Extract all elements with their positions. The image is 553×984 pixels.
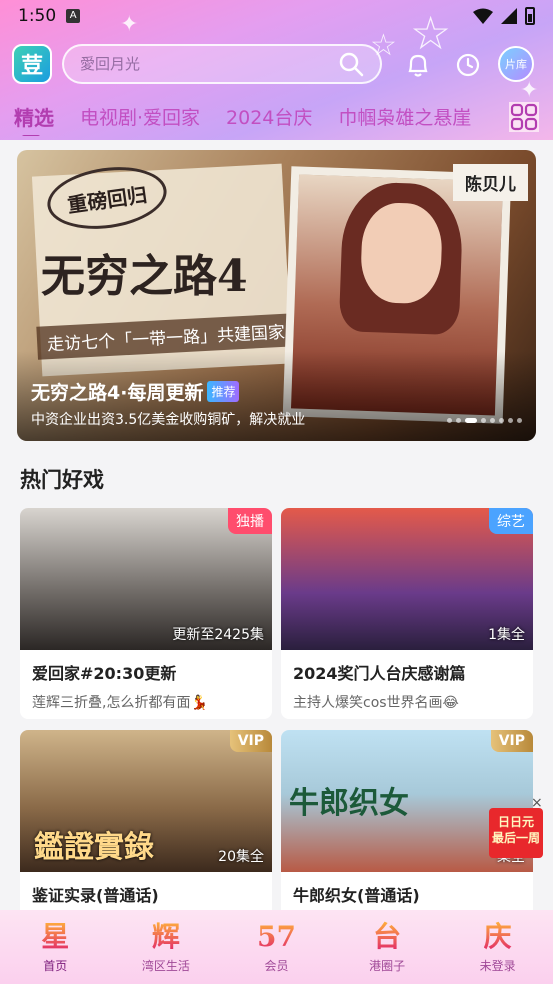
nav-profile-icon: 庆 — [483, 919, 512, 953]
signal-icon — [501, 8, 517, 24]
host-face — [359, 201, 444, 305]
nav-bay-area-life[interactable]: 辉 湾区生活 — [121, 919, 211, 974]
pagination-dot-active[interactable] — [465, 418, 477, 423]
recommend-tag: 推荐 — [207, 381, 240, 402]
episode-count: 更新至2425集 — [172, 627, 264, 643]
vip-badge: VIP — [490, 730, 533, 752]
history-icon[interactable] — [454, 51, 482, 79]
show-subtitle: 莲辉三折叠,怎么折都有面💃 — [32, 695, 208, 711]
nav-label: 湾区生活 — [141, 958, 190, 973]
search-input[interactable] — [80, 55, 338, 73]
search-row: 荳 片库 — [0, 40, 553, 90]
pagination-dot[interactable] — [517, 418, 522, 423]
show-thumbnail: 鑑證實錄 VIP 20集全 — [20, 730, 272, 872]
episode-count: 1集全 — [488, 627, 525, 643]
nav-label: 会员 — [264, 958, 289, 973]
nav-hk-circle[interactable]: 台 港圈子 — [342, 919, 432, 974]
search-icon[interactable] — [338, 51, 364, 77]
status-bar: 1:50 A — [0, 0, 553, 32]
episode-count: 20集全 — [218, 849, 264, 865]
battery-icon — [525, 7, 535, 25]
tab-drama-series[interactable]: 巾帼枭雄之悬崖 — [338, 103, 471, 130]
banner-host-name: 陈贝儿 — [453, 164, 528, 201]
nav-hk-circle-icon: 台 — [373, 919, 402, 953]
banner-poster-title: 无穷之路4 — [41, 251, 248, 302]
show-thumbnail: 综艺 1集全 — [281, 508, 533, 650]
poster-title-text: 鑑證實錄 — [34, 830, 154, 865]
status-time: 1:50 — [18, 6, 57, 26]
tab-anniversary[interactable]: 2024台庆 — [226, 103, 312, 130]
bell-icon[interactable] — [404, 51, 432, 79]
banner-pagination — [447, 418, 522, 423]
show-title: 牛郎织女(普通话) — [293, 886, 420, 905]
promo-float-banner[interactable]: 日日元 最后一周 — [489, 808, 543, 858]
show-thumbnail: 独播 更新至2425集 — [20, 508, 272, 650]
show-title: 鉴证实录(普通话) — [32, 886, 159, 905]
hero-banner[interactable]: 重磅回归 无穷之路4 走访七个「一带一路」共建国家 陈贝儿 无穷之路4·每周更新… — [17, 150, 536, 441]
tab-featured[interactable]: 精选 — [14, 102, 54, 136]
show-card[interactable]: 独播 更新至2425集 爱回家#20:30更新 莲辉三折叠,怎么折都有面💃 — [20, 508, 272, 719]
show-subtitle: 主持人爆笑cos世界名画😂 — [293, 695, 459, 711]
nav-home[interactable]: 星 首页 — [10, 919, 100, 974]
nav-home-icon: 星 — [41, 919, 70, 953]
nav-bay-area-icon: 辉 — [151, 919, 180, 953]
nav-profile[interactable]: 庆 未登录 — [453, 919, 543, 974]
nav-membership-icon: 57 — [257, 919, 296, 953]
promo-line2: 最后一周 — [491, 831, 540, 845]
nav-label: 港圈子 — [369, 958, 406, 973]
pagination-dot[interactable] — [508, 418, 513, 423]
nav-label: 首页 — [43, 958, 68, 973]
vip-badge: VIP — [229, 730, 272, 752]
banner-title: 无穷之路4·每周更新 — [31, 382, 204, 404]
pagination-dot[interactable] — [481, 418, 486, 423]
nav-label: 未登录 — [479, 958, 516, 973]
category-tabs: 精选 电视剧·爱回家 2024台庆 巾帼枭雄之悬崖 — [0, 96, 553, 136]
pagination-dot[interactable] — [456, 418, 461, 423]
tab-tv-drama[interactable]: 电视剧·爱回家 — [80, 103, 200, 130]
wifi-icon — [473, 8, 493, 24]
grid-menu-icon[interactable] — [509, 102, 539, 132]
notification-a-icon: A — [66, 9, 81, 23]
pagination-dot[interactable] — [447, 418, 452, 423]
exclusive-badge: 独播 — [228, 508, 272, 534]
poster-title-text: 牛郎织女 — [289, 786, 409, 821]
variety-badge: 综艺 — [489, 508, 533, 534]
banner-subtitle: 中资企业出资3.5亿美金收购铜矿，解决就业 — [31, 412, 306, 428]
section-title: 热门好戏 — [20, 468, 104, 492]
bottom-navigation: 星 首页 辉 湾区生活 57 会员 台 港圈子 庆 未登录 — [0, 910, 553, 984]
promo-line1: 日日元 — [497, 815, 534, 829]
pagination-dot[interactable] — [499, 418, 504, 423]
show-card[interactable]: 综艺 1集全 2024奖门人台庆感谢篇 主持人爆笑cos世界名画😂 — [281, 508, 533, 719]
search-bar[interactable] — [62, 44, 382, 84]
show-title: 爱回家#20:30更新 — [32, 664, 177, 683]
show-title: 2024奖门人台庆感谢篇 — [293, 664, 466, 683]
app-logo[interactable]: 荳 — [12, 44, 52, 84]
banner-title-row: 无穷之路4·每周更新 推荐 — [31, 378, 240, 405]
nav-membership[interactable]: 57 会员 — [231, 919, 321, 974]
pagination-dot[interactable] — [490, 418, 495, 423]
library-button[interactable]: 片库 — [498, 46, 534, 82]
